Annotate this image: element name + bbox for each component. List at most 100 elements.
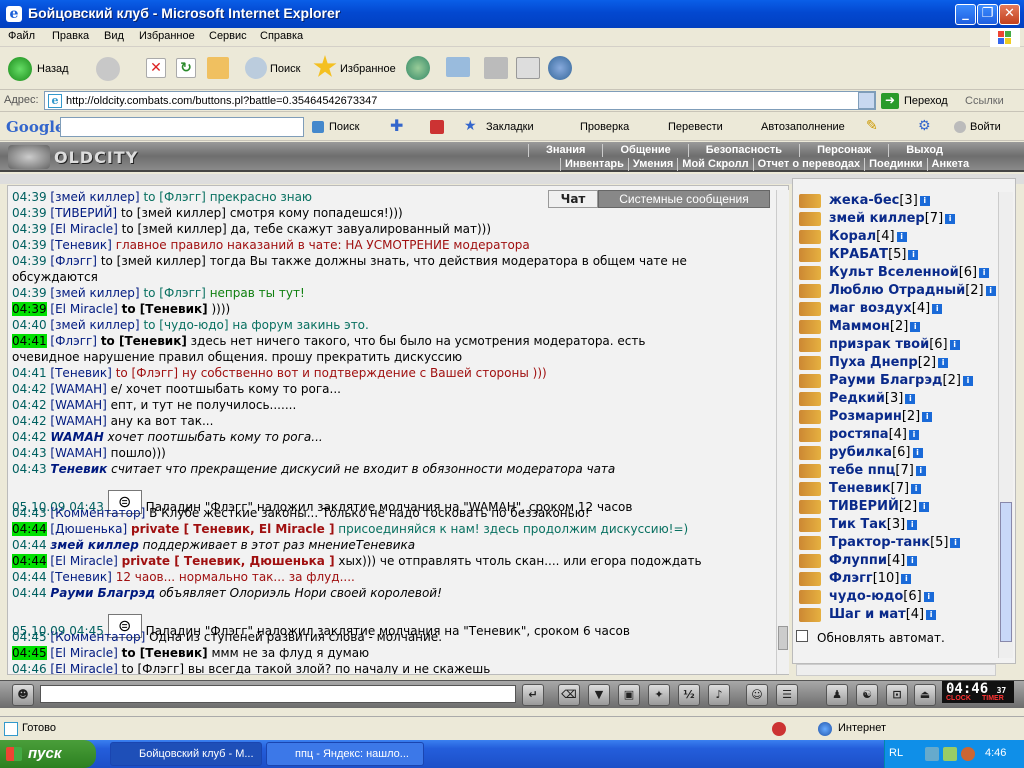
clan-emblem-icon[interactable] [799, 589, 821, 604]
clan-emblem-icon[interactable] [799, 247, 821, 262]
chat-author[interactable]: [WAMAH] [50, 382, 106, 396]
chat-author[interactable]: WAMAH [50, 430, 103, 444]
chat-target[interactable]: to [змей киллер] [121, 206, 226, 220]
chat-author[interactable]: [WAMAH] [50, 398, 106, 412]
user-info-icon[interactable]: i [923, 591, 934, 602]
task-combats[interactable]: Бойцовский клуб - M... [110, 742, 262, 766]
user-list-item[interactable]: жека-бес[3] i [799, 193, 930, 208]
clan-emblem-icon[interactable] [799, 391, 821, 406]
favorites-label[interactable]: Избранное [340, 48, 396, 90]
user-name[interactable]: тебе ппц [829, 463, 895, 478]
chat-author[interactable]: Теневик [50, 462, 107, 476]
user-name[interactable]: чудо-юдо [829, 589, 903, 604]
clan-emblem-icon[interactable] [799, 211, 821, 226]
user-list-item[interactable]: змей киллер[7] i [799, 211, 956, 226]
clan-emblem-icon[interactable] [799, 499, 821, 514]
chat-author[interactable]: [Комментатор] [50, 506, 145, 520]
chat-time[interactable]: 04:39 [12, 206, 47, 220]
go-button[interactable]: Переход [904, 95, 948, 107]
user-list-item[interactable]: тебе ппц[7] i [799, 463, 926, 478]
chat-target[interactable]: to [Флэгг] [143, 286, 205, 300]
emoticon-icon[interactable]: ☺ [746, 684, 768, 706]
chat-author[interactable]: [Теневик] [50, 570, 111, 584]
nav-exit[interactable]: Выход [888, 144, 960, 157]
chat-target[interactable]: to [Теневик] [101, 334, 187, 348]
minimize-button[interactable]: _ [955, 4, 976, 25]
user-list-item[interactable]: призрак твой[6] i [799, 337, 960, 352]
chat-time[interactable]: 04:44 [12, 586, 47, 600]
clan-emblem-icon[interactable] [799, 319, 821, 334]
chat-target[interactable]: private [ Теневик, Дюшенька ] [122, 554, 335, 568]
chat-author[interactable]: Рауми Благрэд [50, 586, 155, 600]
chat-time[interactable]: 04:43 [12, 506, 47, 520]
user-name[interactable]: ростяпа [829, 427, 889, 442]
save-icon[interactable]: ▣ [618, 684, 640, 706]
menu-tools[interactable]: Сервис [209, 30, 247, 42]
chat-author[interactable]: [змей киллер] [50, 286, 139, 300]
clan-emblem-icon[interactable] [799, 571, 821, 586]
chat-time[interactable]: 04:40 [12, 318, 47, 332]
chat-author[interactable]: [змей киллер] [50, 318, 139, 332]
user-name[interactable]: змей киллер [829, 211, 925, 226]
user-info-icon[interactable]: i [907, 555, 918, 566]
lock-icon[interactable]: ⊡ [886, 684, 908, 706]
refresh-icon[interactable]: ↻ [176, 58, 196, 78]
chat-scrollbar[interactable] [776, 190, 789, 674]
user-list-item[interactable]: Флэгг[10] i [799, 571, 912, 586]
nav-knowledge[interactable]: Знания [528, 144, 602, 157]
chat-time[interactable]: 04:44 [12, 522, 47, 536]
links-label[interactable]: Ссылки [965, 95, 1004, 107]
popup-blocked-icon[interactable] [772, 722, 786, 736]
forward-arrow-icon[interactable] [96, 57, 120, 81]
clan-emblem-icon[interactable] [799, 535, 821, 550]
clan-emblem-icon[interactable] [799, 265, 821, 280]
user-name[interactable]: призрак твой [829, 337, 929, 352]
fraction-icon[interactable]: ½ [678, 684, 700, 706]
user-list-item[interactable]: Культ Вселенной[6] i [799, 265, 990, 280]
chat-time[interactable]: 04:41 [12, 334, 47, 348]
chat-author[interactable]: [Дюшенька] [50, 522, 127, 536]
chat-time[interactable]: 04:39 [12, 238, 47, 252]
back-label[interactable]: Назад [37, 48, 69, 90]
user-name[interactable]: Пуха Днепр [829, 355, 918, 370]
user-info-icon[interactable]: i [945, 213, 956, 224]
clan-emblem-icon[interactable] [799, 283, 821, 298]
user-name[interactable]: Тик Так [829, 517, 887, 532]
clan-emblem-icon[interactable] [799, 517, 821, 532]
clan-icon[interactable]: ☰ [776, 684, 798, 706]
google-search-button[interactable]: Поиск [329, 121, 359, 133]
chat-author[interactable]: [Флэгг] [50, 254, 97, 268]
nav-communication[interactable]: Общение [602, 144, 687, 157]
nav-my-scroll[interactable]: Мой Скролл [677, 158, 752, 171]
maximize-button[interactable]: ❐ [977, 4, 998, 25]
eraser-icon[interactable]: ⌫ [558, 684, 580, 706]
user-list-item[interactable]: Маммон[2] i [799, 319, 921, 334]
user-info-icon[interactable]: i [922, 411, 933, 422]
chat-time[interactable]: 04:43 [12, 446, 47, 460]
nav-battles[interactable]: Поединки [864, 158, 926, 171]
clan-emblem-icon[interactable] [799, 301, 821, 316]
autofill-button[interactable]: Автозаполнение [761, 121, 845, 133]
user-list-item[interactable]: Теневик[7] i [799, 481, 922, 496]
chat-author[interactable]: [Флэгг] [50, 334, 97, 348]
group-icon[interactable]: ☯ [856, 684, 878, 706]
chat-scroll-thumb[interactable] [778, 626, 788, 650]
exit-icon[interactable]: ⏏ [914, 684, 936, 706]
task-yandex[interactable]: ппц - Яндекс: нашло... [266, 742, 424, 766]
chat-target[interactable]: to [Теневик] [122, 302, 208, 316]
user-list-item[interactable]: Корал[4] i [799, 229, 907, 244]
clan-emblem-icon[interactable] [799, 427, 821, 442]
sound-icon[interactable]: ♪ [708, 684, 730, 706]
chat-target[interactable]: to [Флэгг] [122, 662, 184, 674]
chat-time[interactable]: 04:42 [12, 398, 47, 412]
user-info-icon[interactable]: i [910, 321, 921, 332]
user-list-hscrollbar[interactable] [796, 664, 996, 676]
chat-time[interactable]: 04:45 [12, 646, 47, 660]
user-list-item[interactable]: КРАБАТ[5] i [799, 247, 919, 262]
user-icon[interactable]: ♟ [826, 684, 848, 706]
clan-emblem-icon[interactable] [799, 355, 821, 370]
home-icon[interactable] [207, 57, 229, 79]
mail-icon[interactable] [446, 57, 470, 77]
menu-edit[interactable]: Правка [52, 30, 89, 42]
address-dropdown-icon[interactable] [858, 92, 875, 109]
